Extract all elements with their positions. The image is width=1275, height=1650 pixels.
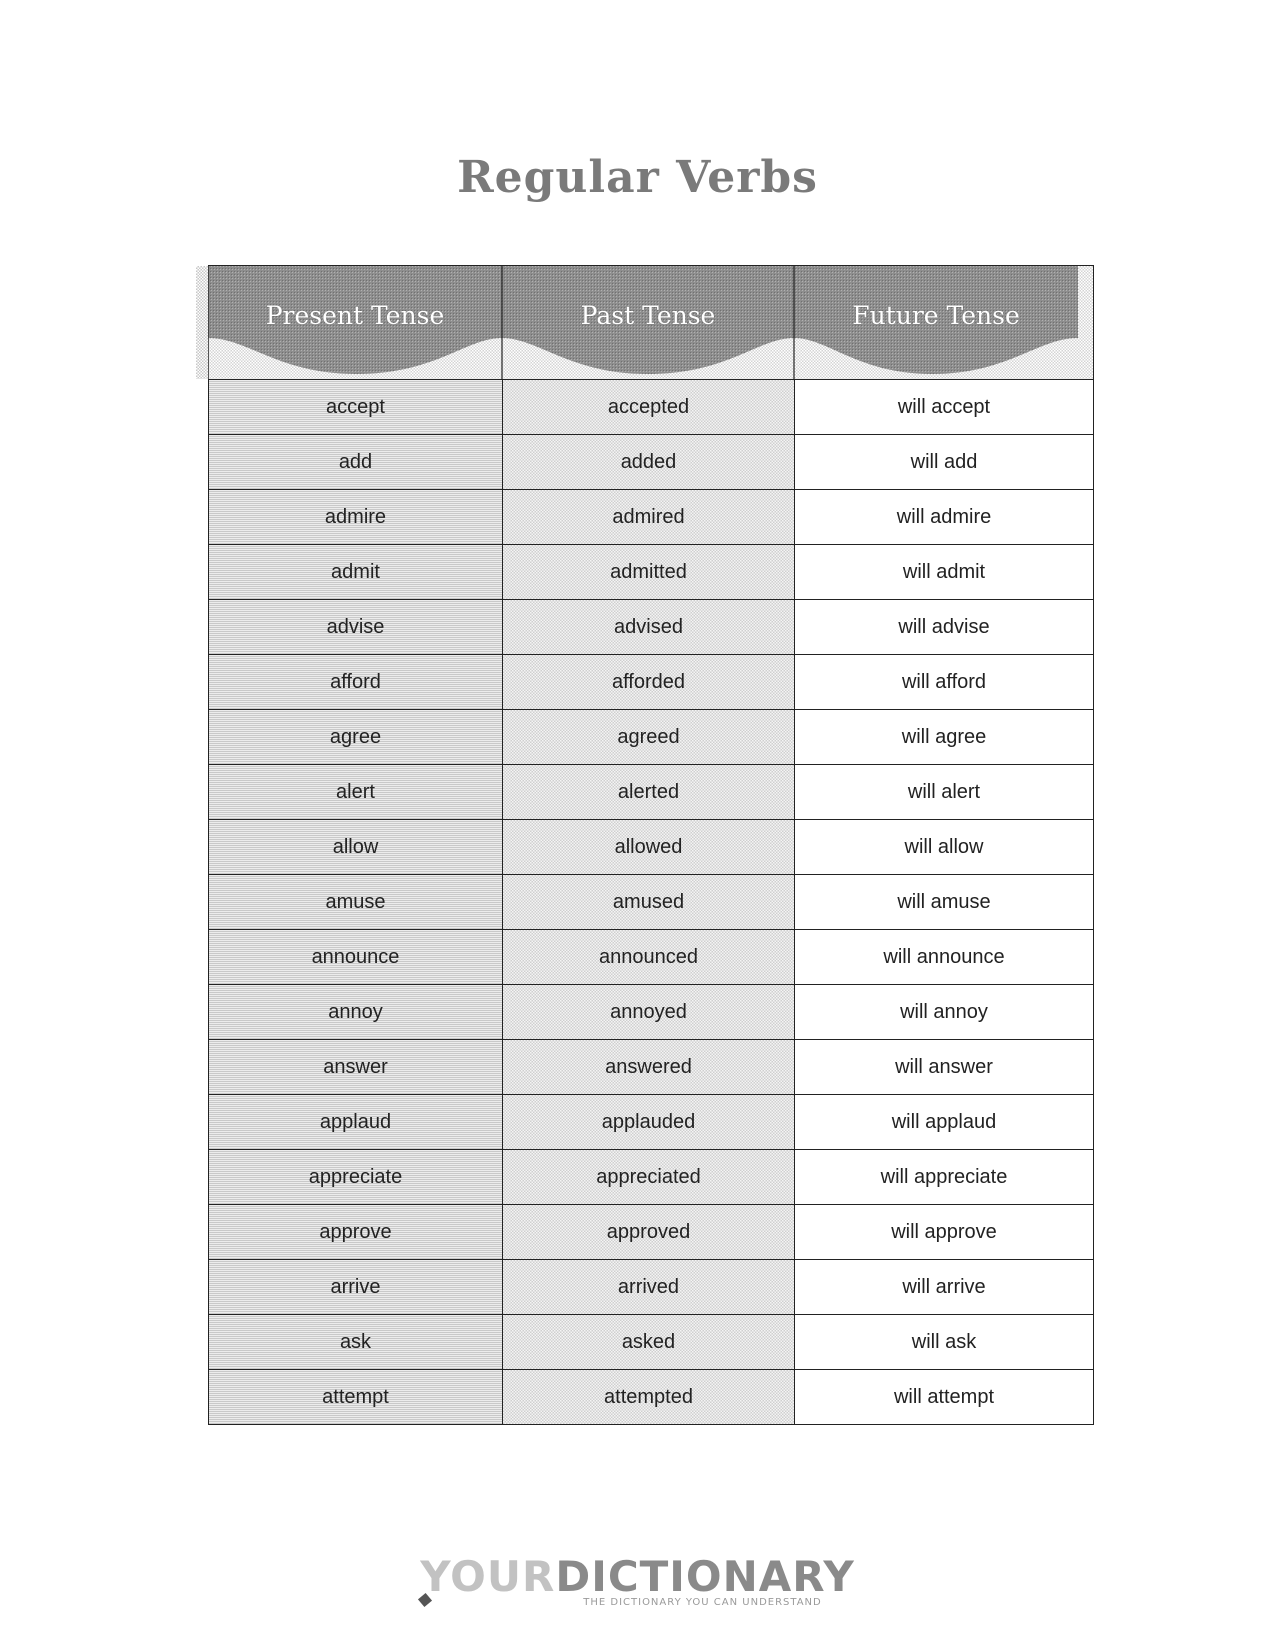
table-row: arrive arrived will arrive — [208, 1259, 1094, 1314]
cell-present: amuse — [208, 875, 502, 929]
cell-present: annoy — [208, 985, 502, 1039]
table-row: agree agreed will agree — [208, 709, 1094, 764]
cell-past: added — [502, 435, 794, 489]
cell-present: appreciate — [208, 1150, 502, 1204]
logo-text-your-1: YO — [420, 1552, 487, 1601]
cell-future: will admit — [794, 545, 1094, 599]
cell-past: asked — [502, 1315, 794, 1369]
table-row: attempt attempted will attempt — [208, 1369, 1094, 1425]
table-row: approve approved will approve — [208, 1204, 1094, 1259]
cell-future: will allow — [794, 820, 1094, 874]
cell-future: will admire — [794, 490, 1094, 544]
cell-past: afforded — [502, 655, 794, 709]
cell-past: advised — [502, 600, 794, 654]
cell-present: allow — [208, 820, 502, 874]
yourdictionary-logo: YOURDICTIONARY THE DICTIONARY YOU CAN UN… — [0, 1555, 1275, 1608]
cell-future: will applaud — [794, 1095, 1094, 1149]
header-present-tense: Present Tense — [265, 301, 445, 330]
table-row: announce announced will announce — [208, 929, 1094, 984]
cell-present: attempt — [208, 1370, 502, 1424]
cell-past: appreciated — [502, 1150, 794, 1204]
cell-past: applauded — [502, 1095, 794, 1149]
table-row: applaud applauded will applaud — [208, 1094, 1094, 1149]
logo-text-your-2: UR — [486, 1552, 556, 1601]
cell-past: attempted — [502, 1370, 794, 1424]
table-row: admire admired will admire — [208, 489, 1094, 544]
cell-past: admitted — [502, 545, 794, 599]
cell-past: allowed — [502, 820, 794, 874]
cell-future: will approve — [794, 1205, 1094, 1259]
header-past-tense: Past Tense — [580, 301, 716, 330]
cell-past: agreed — [502, 710, 794, 764]
cell-future: will annoy — [794, 985, 1094, 1039]
cell-present: add — [208, 435, 502, 489]
cell-past: amused — [502, 875, 794, 929]
cell-present: alert — [208, 765, 502, 819]
cell-present: arrive — [208, 1260, 502, 1314]
cell-past: admired — [502, 490, 794, 544]
header-future-tense: Future Tense — [852, 301, 1020, 330]
cell-present: answer — [208, 1040, 502, 1094]
cell-present: agree — [208, 710, 502, 764]
cell-present: accept — [208, 380, 502, 434]
table-row: alert alerted will alert — [208, 764, 1094, 819]
verbs-table: Present Tense Past Tense Future Tense ac… — [196, 265, 1094, 1425]
cell-future: will add — [794, 435, 1094, 489]
logo-text-dictionary: DICTIONARY — [555, 1552, 855, 1601]
table-row: add added will add — [208, 434, 1094, 489]
cell-past: approved — [502, 1205, 794, 1259]
cell-past: arrived — [502, 1260, 794, 1314]
page-title: Regular Verbs — [457, 152, 818, 203]
cell-present: advise — [208, 600, 502, 654]
cell-future: will alert — [794, 765, 1094, 819]
table-row: admit admitted will admit — [208, 544, 1094, 599]
cell-present: ask — [208, 1315, 502, 1369]
cell-future: will answer — [794, 1040, 1094, 1094]
cell-future: will afford — [794, 655, 1094, 709]
table-row: amuse amused will amuse — [208, 874, 1094, 929]
table-row: ask asked will ask — [208, 1314, 1094, 1369]
table-body: accept accepted will accept add added will ad… — [208, 379, 1094, 1425]
cell-past: annoyed — [502, 985, 794, 1039]
cell-future: will amuse — [794, 875, 1094, 929]
cell-past: alerted — [502, 765, 794, 819]
table-row: advise advised will advise — [208, 599, 1094, 654]
cell-present: admire — [208, 490, 502, 544]
table-row: afford afforded will afford — [208, 654, 1094, 709]
header-shadow — [196, 266, 208, 379]
cell-future: will agree — [794, 710, 1094, 764]
cell-past: accepted — [502, 380, 794, 434]
cell-present: afford — [208, 655, 502, 709]
cell-present: applaud — [208, 1095, 502, 1149]
table-row: appreciate appreciated will appreciate — [208, 1149, 1094, 1204]
cell-future: will arrive — [794, 1260, 1094, 1314]
cell-future: will appreciate — [794, 1150, 1094, 1204]
cell-present: admit — [208, 545, 502, 599]
cell-present: announce — [208, 930, 502, 984]
table-header: Present Tense Past Tense Future Tense — [196, 265, 1094, 379]
cell-present: approve — [208, 1205, 502, 1259]
table-row: answer answered will answer — [208, 1039, 1094, 1094]
cell-future: will advise — [794, 600, 1094, 654]
logo-tagline: THE DICTIONARY YOU CAN UNDERSTAND — [583, 1597, 822, 1608]
table-row: accept accepted will accept — [208, 379, 1094, 434]
cell-future: will ask — [794, 1315, 1094, 1369]
cell-future: will announce — [794, 930, 1094, 984]
table-row: annoy annoyed will annoy — [208, 984, 1094, 1039]
cell-future: will attempt — [794, 1370, 1094, 1424]
cell-future: will accept — [794, 380, 1094, 434]
table-row: allow allowed will allow — [208, 819, 1094, 874]
cell-past: answered — [502, 1040, 794, 1094]
cell-past: announced — [502, 930, 794, 984]
